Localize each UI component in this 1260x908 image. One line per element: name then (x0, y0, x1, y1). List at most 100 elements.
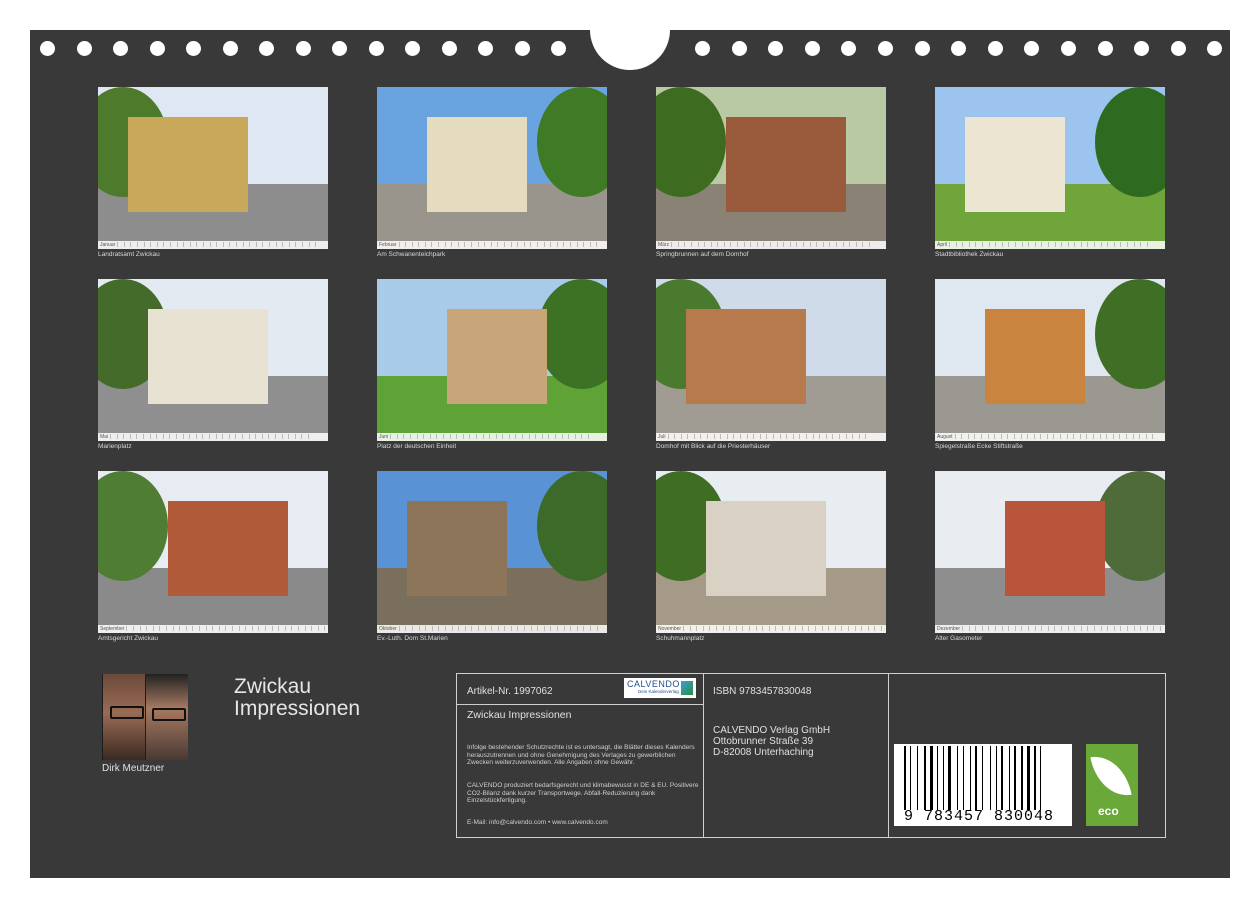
day-cell (684, 242, 691, 247)
day-cell (245, 626, 252, 631)
month-label: Juli (658, 434, 666, 440)
hanger-notch (590, 0, 670, 70)
day-cell (411, 626, 419, 631)
calendar-photo: März (656, 87, 886, 249)
day-cell (390, 434, 397, 439)
day-cell (981, 626, 989, 631)
day-cell (1074, 242, 1081, 247)
day-cell (543, 626, 551, 631)
photo-building (447, 309, 547, 404)
day-cell (1126, 626, 1134, 631)
calendar-photo: Juni (377, 279, 607, 441)
day-cell (1145, 434, 1153, 439)
day-cell (749, 626, 756, 631)
day-cell (130, 242, 137, 247)
day-cell (561, 434, 569, 439)
publisher-address: CALVENDO Verlag GmbH Ottobrunner Straße … (713, 725, 830, 758)
leaf-icon (1090, 751, 1132, 801)
day-cell (172, 626, 180, 631)
day-cell (418, 242, 425, 247)
day-cell (874, 626, 881, 631)
day-cell (409, 434, 417, 439)
day-cell (438, 626, 445, 631)
day-cell (294, 434, 302, 439)
day-cell (469, 434, 476, 439)
day-cell (781, 626, 789, 631)
day-cell (690, 242, 698, 247)
day-cell (307, 434, 315, 439)
day-cell (281, 434, 289, 439)
day-cell (464, 242, 471, 247)
day-cell (228, 434, 236, 439)
day-cell (133, 626, 140, 631)
day-cell (988, 626, 995, 631)
day-cell (697, 242, 705, 247)
photo-building (407, 501, 507, 596)
month-strip: August (935, 433, 1165, 441)
month-label: September (100, 626, 125, 632)
day-cell (803, 242, 810, 247)
day-cell (504, 626, 511, 631)
calvendo-logo: CALVENDO Dein Kalenderverlag (624, 678, 696, 698)
calendar-photo: Februar (377, 87, 607, 249)
day-cell (762, 626, 769, 631)
photo-caption: Alter Gasometer (935, 635, 983, 642)
day-cell (451, 626, 459, 631)
day-cell (1074, 626, 1081, 631)
day-cell (429, 434, 437, 439)
binding-hole (368, 41, 384, 56)
day-cell (795, 626, 802, 631)
day-cell (398, 626, 406, 631)
day-cell (1113, 242, 1121, 247)
day-cell (835, 242, 843, 247)
binding-hole (332, 41, 347, 56)
photo-building (686, 309, 806, 404)
day-cell (674, 434, 681, 439)
day-cell (981, 242, 989, 247)
day-cell (704, 242, 711, 247)
day-cell (431, 242, 438, 247)
day-cell (508, 434, 516, 439)
day-cell (961, 434, 968, 439)
day-cell (1008, 242, 1015, 247)
day-cell (482, 434, 490, 439)
day-cell (1119, 434, 1126, 439)
day-cell (1159, 626, 1165, 631)
day-cell (418, 626, 426, 631)
barcode-bar (937, 746, 938, 810)
binding-hole (186, 41, 201, 56)
day-cell (1067, 626, 1075, 631)
photo-caption: Domhof mit Blick auf die Priesterhäuser (656, 443, 771, 450)
binding-hole (1061, 41, 1076, 56)
day-cell (1153, 626, 1160, 631)
day-cell (535, 434, 542, 439)
day-cell (1093, 626, 1101, 631)
day-cell (574, 434, 582, 439)
photo-building (148, 309, 268, 404)
contact-line: E-Mail: info@calvendo.com • www.calvendo… (467, 819, 608, 826)
calvendo-mark-icon (681, 681, 693, 695)
glasses-icon (152, 708, 186, 721)
day-cell (789, 242, 797, 247)
day-cell (284, 626, 292, 631)
month-label: Januar (100, 242, 116, 248)
day-cell (517, 626, 524, 631)
day-cell (146, 626, 153, 631)
day-cell (288, 434, 295, 439)
day-cell (1140, 626, 1147, 631)
title-line-1: Zwickau (234, 675, 312, 698)
barcode-bar (970, 746, 971, 810)
day-cell (821, 626, 829, 631)
barcode-bar (917, 746, 919, 810)
day-cell (231, 626, 239, 631)
day-cell (522, 434, 529, 439)
day-cell (788, 626, 796, 631)
day-cell (667, 434, 675, 439)
barcode-bar (948, 746, 952, 810)
day-cell (1094, 242, 1101, 247)
logo-subtext: Dein Kalenderverlag (638, 689, 679, 694)
day-cell (497, 626, 505, 631)
day-cell (847, 626, 855, 631)
barcode-bar (923, 746, 926, 810)
day-cell (484, 242, 491, 247)
